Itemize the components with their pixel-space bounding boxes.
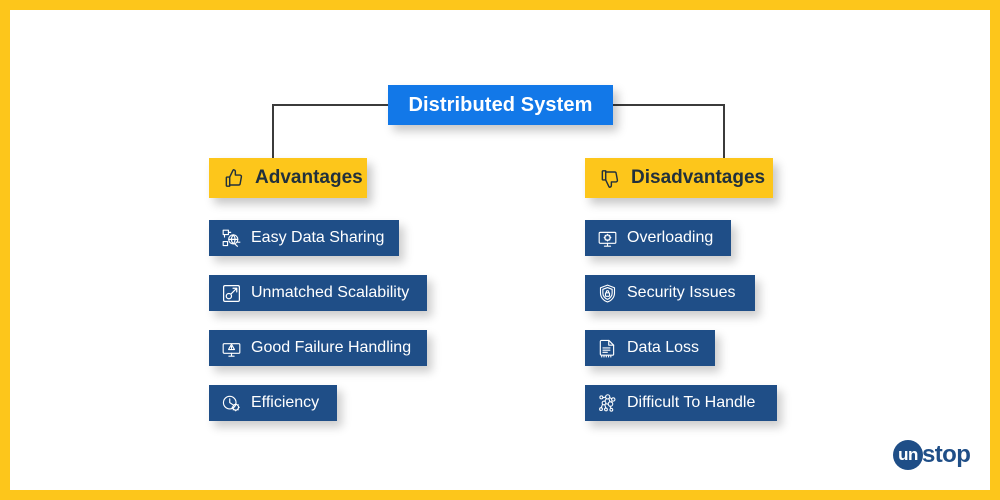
leaf-label: Easy Data Sharing: [251, 229, 385, 246]
page-border-frame: [0, 0, 1000, 500]
leaf-label: Efficiency: [251, 394, 320, 411]
connector-horizontal-right: [611, 104, 725, 106]
leaf-data-loss[interactable]: Data Loss: [585, 330, 715, 366]
leaf-label: Difficult To Handle: [627, 394, 756, 411]
leaf-efficiency[interactable]: Efficiency: [209, 385, 337, 421]
leaf-label: Unmatched Scalability: [251, 284, 410, 301]
leaf-label: Security Issues: [627, 284, 736, 301]
monitor-warning-icon: [221, 338, 242, 359]
monitor-overload-icon: [597, 228, 618, 249]
branch-header-disadvantages[interactable]: Disadvantages: [585, 158, 773, 198]
unstop-logo[interactable]: un stop: [893, 440, 971, 470]
leaf-difficult-to-handle[interactable]: Difficult To Handle: [585, 385, 777, 421]
shield-lock-icon: [597, 283, 618, 304]
gear-speed-icon: [221, 393, 242, 414]
thumbs-down-icon: [599, 167, 622, 190]
leaf-good-failure-handling[interactable]: Good Failure Handling: [209, 330, 427, 366]
branch-header-label: Disadvantages: [631, 167, 766, 188]
leaf-unmatched-scalability[interactable]: Unmatched Scalability: [209, 275, 427, 311]
data-sharing-network-icon: [221, 228, 242, 249]
document-data-loss-icon: [597, 338, 618, 359]
leaf-label: Overloading: [627, 229, 714, 246]
thumbs-up-icon: [223, 167, 246, 190]
branch-header-advantages[interactable]: Advantages: [209, 158, 367, 198]
unstop-logo-mark: un: [893, 440, 923, 470]
leaf-easy-data-sharing[interactable]: Easy Data Sharing: [209, 220, 399, 256]
network-nodes-icon: [597, 393, 618, 414]
diagram-canvas: Distributed System Advantages Disadvanta…: [0, 0, 1000, 500]
branch-header-label: Advantages: [255, 167, 363, 188]
scalability-expand-icon: [221, 283, 242, 304]
connector-vertical-advantages: [272, 104, 274, 160]
connector-horizontal-left: [272, 104, 390, 106]
leaf-label: Good Failure Handling: [251, 339, 412, 356]
connector-vertical-disadvantages: [723, 104, 725, 160]
root-node-label: Distributed System: [408, 93, 593, 116]
leaf-overloading[interactable]: Overloading: [585, 220, 731, 256]
unstop-logo-word: stop: [922, 441, 971, 468]
leaf-label: Data Loss: [627, 339, 700, 356]
leaf-security-issues[interactable]: Security Issues: [585, 275, 755, 311]
root-node-distributed-system[interactable]: Distributed System: [388, 85, 613, 125]
